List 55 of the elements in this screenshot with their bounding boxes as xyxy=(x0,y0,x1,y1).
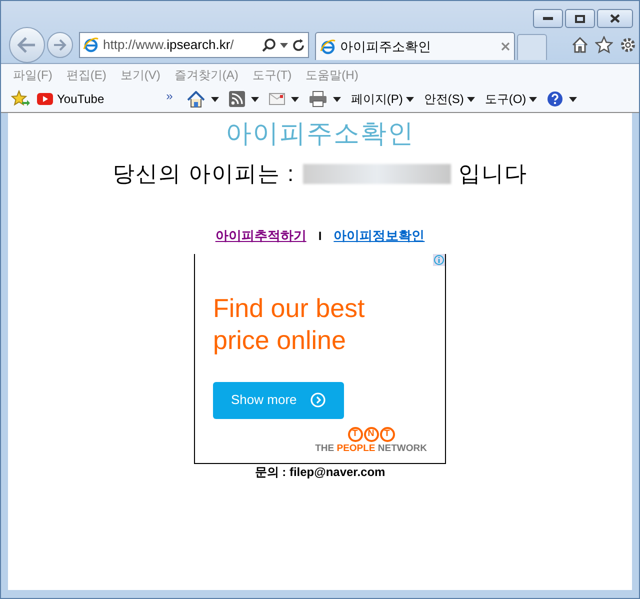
caret-icon xyxy=(290,96,299,102)
logo-letter: T xyxy=(380,426,395,442)
star-icon[interactable] xyxy=(595,36,613,54)
page-link[interactable]: 아이피추적하기 xyxy=(215,226,306,246)
video-play-icon xyxy=(37,93,53,105)
chevron-circle-icon xyxy=(310,392,326,408)
ip-suffix: 입니다 xyxy=(458,160,528,188)
browser-tab[interactable]: 아이피주소확인 xyxy=(315,32,515,60)
command-menu[interactable]: 도구(O) xyxy=(484,90,538,108)
caret-icon xyxy=(210,96,219,102)
overflow-chevron[interactable]: » xyxy=(166,87,173,105)
close-icon[interactable] xyxy=(501,42,510,51)
link-separator: I xyxy=(318,228,322,245)
address-field[interactable]: http://www.ipsearch.kr/ xyxy=(79,32,309,58)
caret-icon xyxy=(529,96,538,102)
caret-icon xyxy=(406,96,414,102)
caret-icon xyxy=(250,96,259,102)
ad-tagline: THE PEOPLE NETWORK xyxy=(315,442,427,456)
url-text: http://www.ipsearch.kr/ xyxy=(103,36,235,54)
refresh-icon[interactable] xyxy=(292,38,305,52)
favorite-link[interactable]: YouTube xyxy=(57,90,104,108)
favorites-star-icon[interactable] xyxy=(11,90,31,108)
forward-button[interactable] xyxy=(47,32,73,58)
logo-letter: N xyxy=(364,426,379,442)
help-icon[interactable] xyxy=(547,91,564,107)
feed-icon[interactable] xyxy=(228,91,245,107)
close-icon xyxy=(610,14,620,23)
back-arrow-icon xyxy=(17,37,37,53)
printer-icon[interactable] xyxy=(308,91,327,107)
settings-icon[interactable] xyxy=(619,36,637,54)
caret-icon xyxy=(280,42,288,48)
back-button[interactable] xyxy=(9,27,45,63)
forward-arrow-icon xyxy=(53,39,67,51)
command-menu[interactable]: 안전(S) xyxy=(424,90,475,108)
ad-headline: Find our best price online xyxy=(213,292,366,356)
page-link[interactable]: 아이피정보확인 xyxy=(334,226,425,246)
tab-title: 아이피주소확인 xyxy=(340,38,432,56)
logo-letter: T xyxy=(348,426,363,442)
maximize-button[interactable] xyxy=(565,9,595,28)
caret-icon xyxy=(332,96,341,102)
mail-icon[interactable] xyxy=(268,93,285,105)
caret-icon xyxy=(569,96,578,102)
command-menu[interactable]: 페이지(P) xyxy=(350,90,414,108)
search-icon[interactable] xyxy=(262,38,276,52)
page-title: 아이피주소확인 xyxy=(226,117,414,149)
minimize-button[interactable] xyxy=(533,9,563,28)
close-button[interactable] xyxy=(597,9,633,28)
ip-label: 당신의 아이피는 : xyxy=(112,160,295,188)
ad-info-icon[interactable] xyxy=(433,254,445,266)
browser-logo-icon xyxy=(83,37,99,53)
home-icon[interactable] xyxy=(571,36,589,54)
home-icon[interactable] xyxy=(186,90,205,108)
browser-logo-icon xyxy=(320,38,336,54)
caret-icon xyxy=(466,96,475,102)
contact-text: 문의 : filep@naver.com xyxy=(254,464,386,480)
